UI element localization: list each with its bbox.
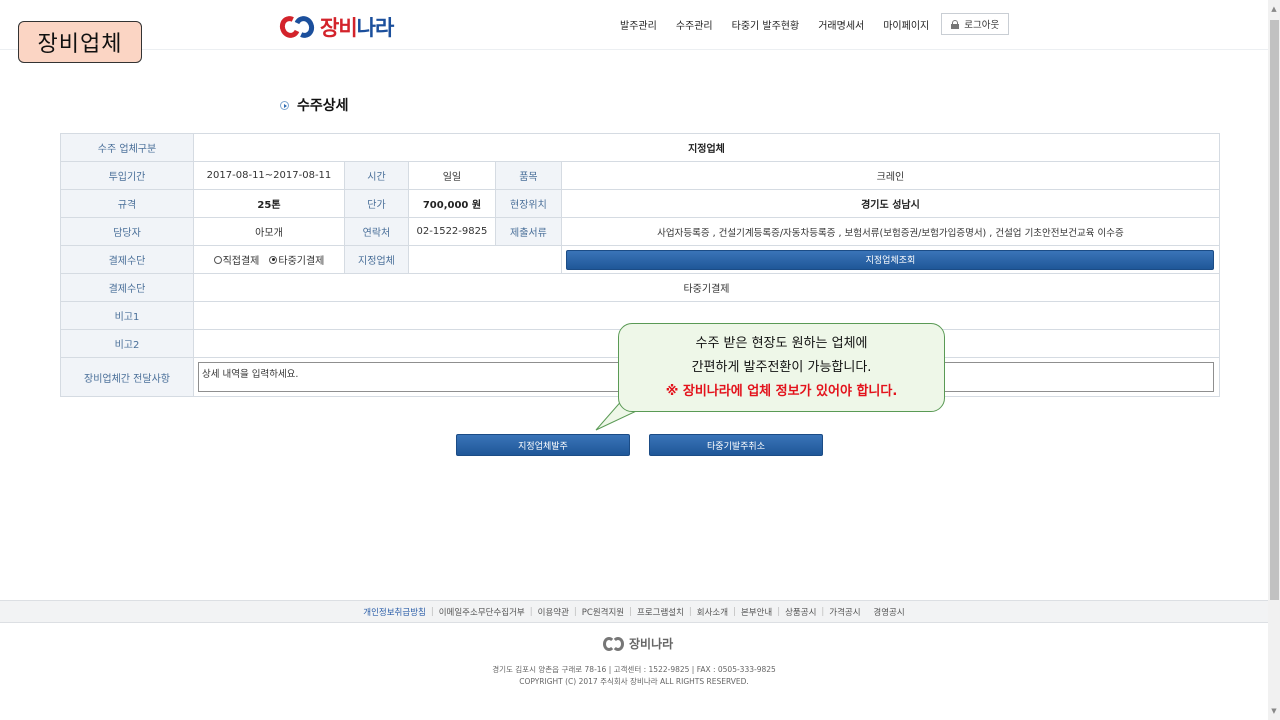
cell-label: 연락처 xyxy=(343,217,409,246)
logout-label: 로그아웃 xyxy=(964,20,1000,31)
radio-icon xyxy=(213,255,222,264)
cell-value: 2017-08-11~2017-08-11 xyxy=(192,161,345,190)
footer-links: 개인정보취급방침 | 이메일주소무단수집거부 | 이용약관 | PC원격지원 | 프로그… xyxy=(0,600,1268,623)
footer-link-company[interactable]: 회사소개 xyxy=(697,606,728,618)
scrollbar-thumb[interactable] xyxy=(1270,20,1279,600)
footer-link-management-notice[interactable]: 경영공시 xyxy=(873,606,904,618)
footer-link-product-notice[interactable]: 상품공시 xyxy=(785,606,816,618)
footer-copyright: COPYRIGHT (C) 2017 주식회사 장비나라 ALL RIGHTS … xyxy=(519,677,749,686)
cell-value: 타중기결제 xyxy=(192,273,1221,302)
table-row: 결제수단 직접결제 타중기결제 지정업체 지정업체조회 xyxy=(60,245,1221,274)
header: 장비나라 발주관리 수주관리 타중기 발주현황 거래명세서 마이페이지 로그아웃 xyxy=(0,0,1268,50)
logo-mark-icon xyxy=(276,13,318,41)
payment-radio-group: 직접결제 타중기결제 xyxy=(192,245,345,274)
role-badge: 장비업체 xyxy=(18,21,142,63)
cell-value: 700,000 원 xyxy=(407,189,496,218)
cell-label: 결제수단 xyxy=(60,273,194,302)
cell-label: 투입기간 xyxy=(60,161,194,190)
cell-value: 일일 xyxy=(407,161,496,190)
footer-logo-icon xyxy=(603,636,627,652)
cell-label: 결제수단 xyxy=(60,245,194,274)
callout-box: 수주 받은 현장도 원하는 업체에 간편하게 발주전환이 가능합니다. ※ 장비… xyxy=(618,323,945,412)
radio-checked-icon xyxy=(269,255,278,264)
section-title: 수주상세 xyxy=(280,95,349,115)
cell-lookup: 지정업체조회 xyxy=(560,245,1221,274)
footer-link-hq-info[interactable]: 본부안내 xyxy=(741,606,772,618)
footer-logo-text: 장비나라 xyxy=(629,637,674,651)
table-row: 수주 업체구분 지정업체 xyxy=(60,133,1221,162)
cell-label: 비고1 xyxy=(60,301,194,330)
radio-other-payment[interactable]: 타중기결제 xyxy=(269,252,324,267)
table-row: 규격 25톤 단가 700,000 원 현장위치 경기도 성남시 xyxy=(60,189,1221,218)
cell-label: 제출서류 xyxy=(494,217,562,246)
cell-label: 단가 xyxy=(343,189,409,218)
cell-value: 02-1522-9825 xyxy=(407,217,496,246)
footer-link-remote-support[interactable]: PC원격지원 xyxy=(582,606,624,618)
callout-warning: ※ 장비나라에 업체 정보가 있어야 합니다. xyxy=(665,384,898,399)
scroll-up-icon[interactable]: ▲ xyxy=(1268,2,1280,16)
logout-button[interactable]: 로그아웃 xyxy=(941,13,1010,35)
vendor-value xyxy=(407,245,562,274)
cancel-other-order-button[interactable]: 타중기발주취소 xyxy=(649,434,823,456)
logo[interactable]: 장비나라 xyxy=(276,12,394,42)
cell-label: 장비업체간 전달사항 xyxy=(60,357,194,397)
cell-label: 규격 xyxy=(60,189,194,218)
cell-value: 크레인 xyxy=(560,161,1221,190)
footer-address: 경기도 김포시 양촌읍 구래로 78-16 | 고객센터 : 1522-9825… xyxy=(492,665,776,674)
table-row: 투입기간 2017-08-11~2017-08-11 시간 일일 품목 크레인 xyxy=(60,161,1221,190)
footer-logo: 장비나라 xyxy=(603,635,673,652)
nav-other-order-status[interactable]: 타중기 발주현황 xyxy=(732,17,800,32)
scroll-down-icon[interactable]: ▼ xyxy=(1268,704,1280,718)
vendor-lookup-button[interactable]: 지정업체조회 xyxy=(566,249,1215,270)
page: 장비나라 발주관리 수주관리 타중기 발주현황 거래명세서 마이페이지 로그아웃… xyxy=(0,0,1280,720)
bullet-icon xyxy=(280,100,289,110)
cell-value: 아모개 xyxy=(192,217,345,246)
cell-label: 담당자 xyxy=(60,217,194,246)
footer-link-email-refusal[interactable]: 이메일주소무단수집거부 xyxy=(439,606,525,618)
table-row: 담당자 아모개 연락처 02-1522-9825 제출서류 사업자등록증 , 건… xyxy=(60,217,1221,246)
cell-label: 시간 xyxy=(343,161,409,190)
table-row: 결제수단 타중기결제 xyxy=(60,273,1221,302)
cell-label: 비고2 xyxy=(60,329,194,358)
cell-value: 경기도 성남시 xyxy=(560,189,1221,218)
cell-label: 수주 업체구분 xyxy=(60,133,194,162)
section-title-text: 수주상세 xyxy=(297,98,349,114)
radio-direct-payment[interactable]: 직접결제 xyxy=(213,252,259,267)
nav-receive-management[interactable]: 수주관리 xyxy=(676,17,713,32)
nav-statement[interactable]: 거래명세서 xyxy=(818,17,864,32)
designated-vendor-order-button[interactable]: 지정업체발주 xyxy=(456,434,630,456)
cell-value: 사업자등록증 , 건설기계등록증/자동차등록증 , 보험서류(보험증권/보험가입… xyxy=(560,217,1221,246)
cell-label: 지정업체 xyxy=(343,245,409,274)
nav-order-management[interactable]: 발주관리 xyxy=(620,17,657,32)
main-nav: 발주관리 수주관리 타중기 발주현황 거래명세서 마이페이지 로그아웃 xyxy=(620,13,1010,35)
footer-link-terms[interactable]: 이용약관 xyxy=(538,606,569,618)
cell-label: 현장위치 xyxy=(494,189,562,218)
lock-icon xyxy=(951,19,960,29)
callout-line-2: 간편하게 발주전환이 가능합니다. xyxy=(691,360,872,375)
footer-link-privacy[interactable]: 개인정보취급방침 xyxy=(363,606,426,618)
footer-link-program-install[interactable]: 프로그램설치 xyxy=(637,606,684,618)
footer-link-price-notice[interactable]: 가격공시 xyxy=(829,606,860,618)
logo-text: 장비나라 xyxy=(320,16,394,40)
nav-mypage[interactable]: 마이페이지 xyxy=(883,17,929,32)
callout-line-1: 수주 받은 현장도 원하는 업체에 xyxy=(695,336,868,351)
cell-value: 25톤 xyxy=(192,189,345,218)
cell-value: 지정업체 xyxy=(192,133,1221,162)
cell-label: 품목 xyxy=(494,161,562,190)
